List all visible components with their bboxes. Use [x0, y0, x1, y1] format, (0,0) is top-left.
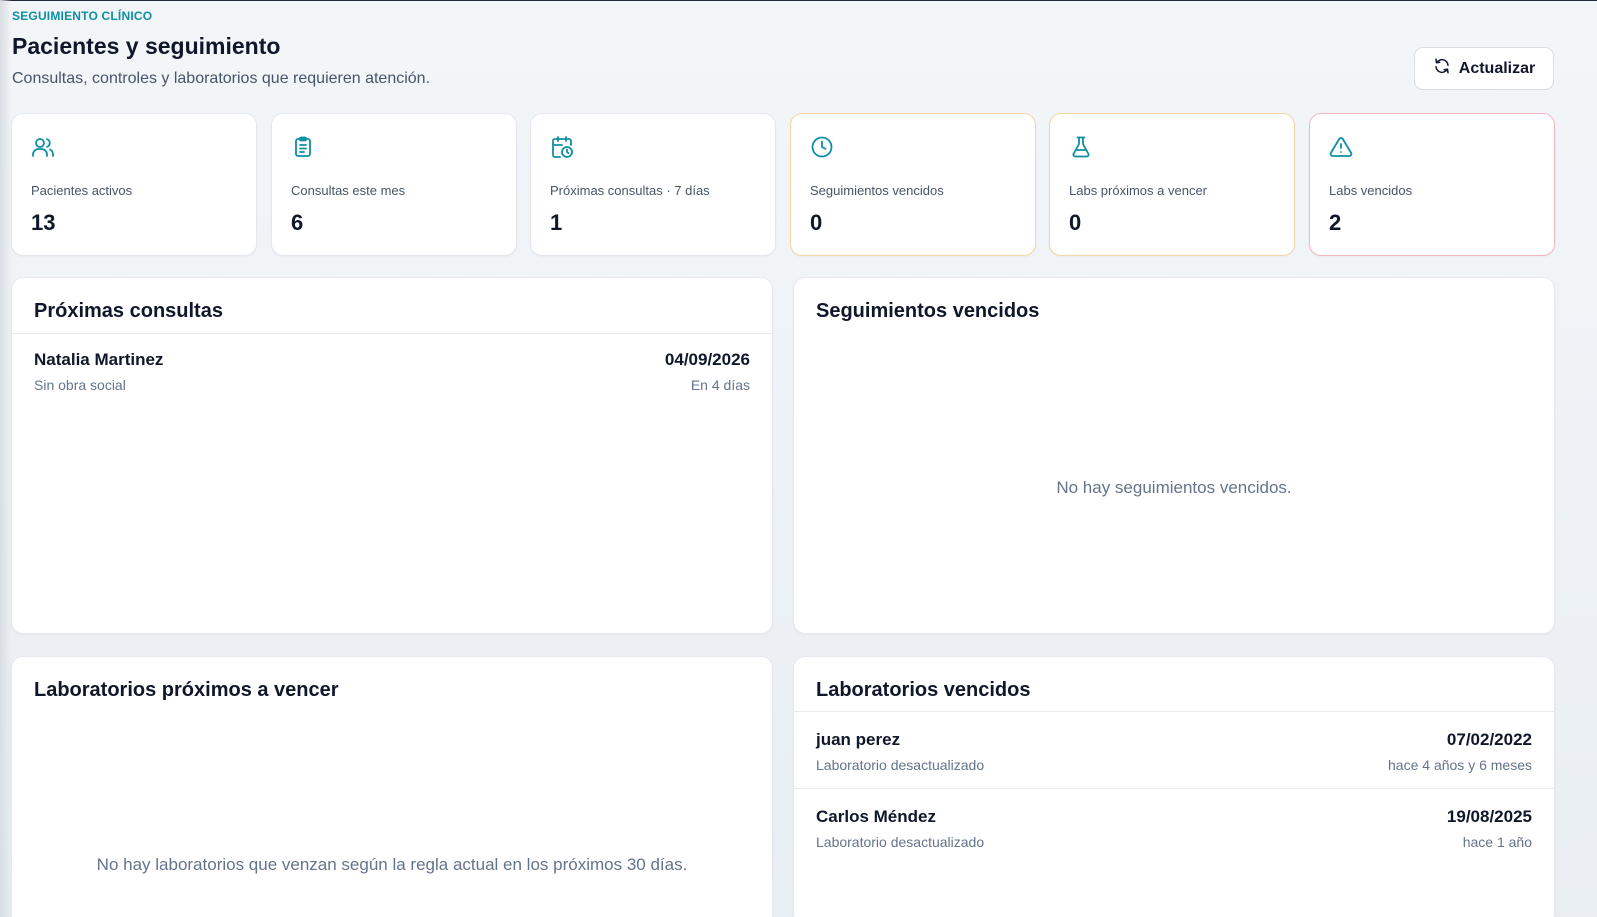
stat-card-active-patients: Pacientes activos 13: [11, 113, 257, 256]
stat-card-upcoming-consults: Próximas consultas · 7 días 1: [530, 113, 776, 256]
empty-state: No hay laboratorios que venzan según la …: [96, 855, 688, 874]
panel-labs-expiring: Laboratorios próximos a vencer No hay la…: [11, 656, 773, 917]
panel-divider: [12, 333, 772, 334]
flask-icon: [1069, 135, 1093, 159]
clock-icon: [810, 135, 834, 159]
lab-date: 19/08/2025: [1446, 807, 1532, 826]
panel-divider: [794, 711, 1554, 712]
refresh-button[interactable]: Actualizar: [1414, 47, 1554, 90]
stat-label: Consultas este mes: [291, 183, 406, 198]
stat-card-labs-expiring: Labs próximos a vencer 0: [1049, 113, 1295, 256]
panel-title: Seguimientos vencidos: [816, 300, 1040, 322]
stat-value: 6: [291, 210, 304, 235]
panel-title: Próximas consultas: [34, 300, 223, 322]
panel-title: Laboratorios vencidos: [816, 679, 1031, 701]
alert-triangle-icon: [1329, 135, 1353, 159]
stat-label: Pacientes activos: [31, 183, 133, 198]
page-subtitle: Consultas, controles y laboratorios que …: [12, 70, 431, 87]
patient-name: juan perez: [816, 730, 901, 749]
stat-card-consults-month: Consultas este mes 6: [271, 113, 517, 256]
section-eyebrow: SEGUIMIENTO CLÍNICO: [12, 9, 153, 23]
list-item[interactable]: Natalia Martinez Sin obra social 04/09/2…: [12, 350, 772, 426]
stat-value: 13: [31, 210, 56, 235]
consult-relative: En 4 días: [690, 377, 750, 393]
clipboard-icon: [291, 135, 315, 159]
panel-overdue-followups: Seguimientos vencidos No hay seguimiento…: [793, 277, 1555, 634]
stat-value: 0: [810, 210, 823, 235]
patient-name: Natalia Martinez: [34, 350, 164, 369]
empty-state: No hay seguimientos vencidos.: [1056, 478, 1292, 497]
stat-label: Próximas consultas · 7 días: [550, 183, 710, 198]
stat-card-labs-overdue: Labs vencidos 2: [1309, 113, 1555, 256]
list-item[interactable]: Carlos Méndez Laboratorio desactualizado…: [794, 807, 1554, 883]
refresh-label: Actualizar: [1458, 59, 1536, 77]
lab-date: 07/02/2022: [1446, 730, 1532, 749]
users-icon: [31, 135, 55, 159]
stat-label: Labs próximos a vencer: [1069, 183, 1208, 198]
stat-value: 2: [1329, 210, 1342, 235]
stat-label: Labs vencidos: [1329, 183, 1413, 198]
list-item[interactable]: juan perez Laboratorio desactualizado 07…: [794, 730, 1554, 806]
page-title: Pacientes y seguimiento: [12, 33, 281, 59]
consult-date: 04/09/2026: [664, 350, 750, 369]
patient-name: Carlos Méndez: [816, 807, 936, 826]
stat-label: Seguimientos vencidos: [810, 183, 944, 198]
refresh-icon: [1433, 57, 1451, 80]
stat-value: 0: [1069, 210, 1082, 235]
panel-labs-overdue: Laboratorios vencidos juan perez Laborat…: [793, 656, 1555, 917]
panel-upcoming-consults: Próximas consultas Natalia Martinez Sin …: [11, 277, 773, 634]
lab-relative: hace 1 año: [1462, 834, 1532, 850]
lab-status: Laboratorio desactualizado: [816, 757, 985, 773]
calendar-clock-icon: [550, 135, 574, 159]
top-border: [0, 0, 1597, 1]
patient-insurance: Sin obra social: [34, 377, 126, 393]
lab-relative: hace 4 años y 6 meses: [1388, 757, 1532, 773]
stat-card-overdue-followups: Seguimientos vencidos 0: [790, 113, 1036, 256]
stat-value: 1: [550, 210, 563, 235]
panel-title: Laboratorios próximos a vencer: [34, 679, 339, 701]
row-divider: [794, 788, 1554, 789]
lab-status: Laboratorio desactualizado: [816, 834, 985, 850]
